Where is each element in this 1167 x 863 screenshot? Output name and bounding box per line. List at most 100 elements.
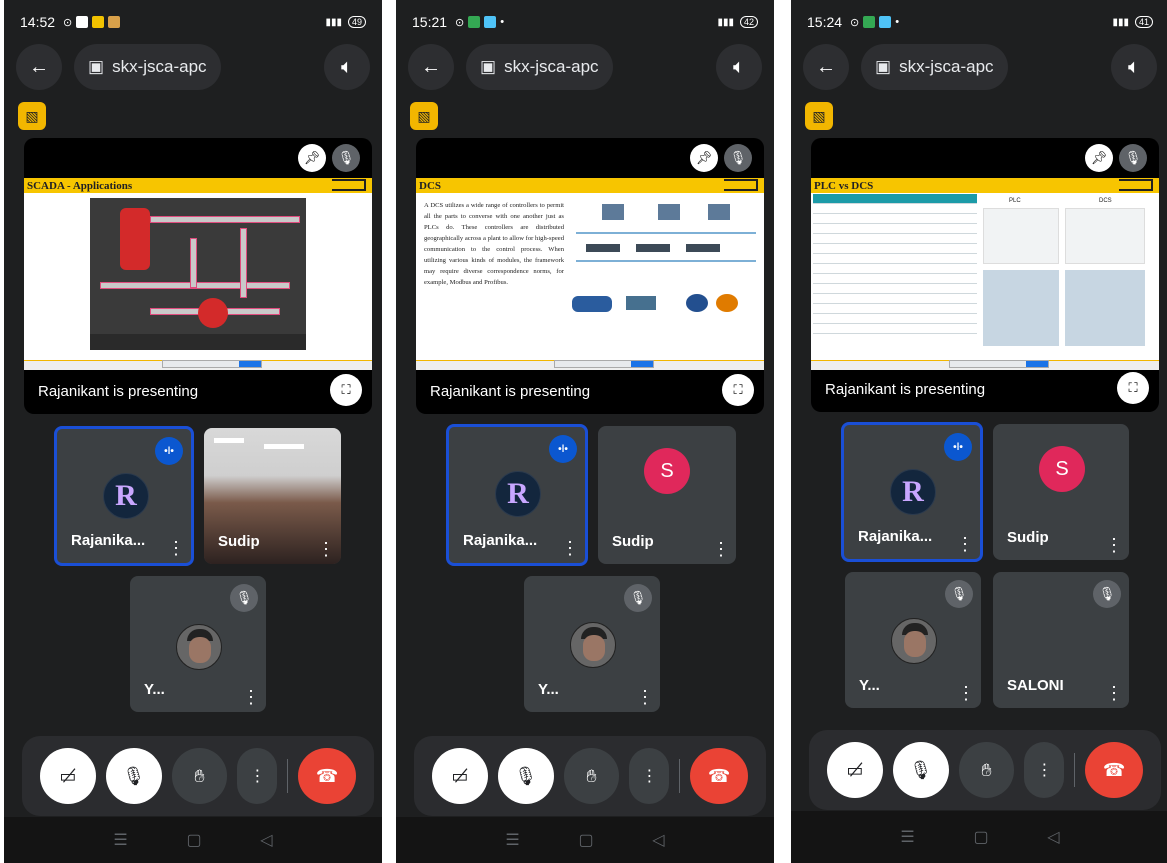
pin-icon[interactable]: 📌︎ (690, 144, 718, 172)
end-call-icon[interactable]: ☎︎ (1085, 742, 1144, 798)
fullscreen-icon[interactable]: ⛶ (330, 374, 362, 406)
end-call-icon[interactable]: ☎︎ (690, 748, 749, 804)
camera-off-icon[interactable]: ▧ (805, 102, 833, 130)
participant-name: Sudip (612, 533, 654, 550)
stop-sharing-bar (554, 360, 654, 368)
menu-nav-icon[interactable]: ☰ (505, 830, 519, 850)
hand-icon[interactable]: ✋︎ (563, 748, 620, 804)
participant-tile-saloni[interactable]: 🎙︎ SALONI ⋮ (993, 572, 1129, 708)
back-arrow-icon[interactable]: ← (16, 44, 62, 90)
back-arrow-icon[interactable]: ← (408, 44, 454, 90)
stop-sharing-bar (949, 360, 1049, 368)
status-bar: 14:52 ⊙ ▮▮▮ 49 (4, 0, 382, 44)
participant-tile-y[interactable]: 🎙︎ Y... ⋮ (524, 576, 660, 712)
mic-off-icon[interactable]: 🎙︎ (892, 742, 949, 798)
menu-nav-icon[interactable]: ☰ (113, 830, 127, 850)
more-vert-icon[interactable]: ⋮ (242, 688, 260, 706)
phone-screen-1: 14:52 ⊙ ▮▮▮ 49 ← ▣ skx-jsca-apc 🔈︎ ▧ 📌︎ … (4, 0, 382, 863)
presentation-stage[interactable]: 📌︎ 🎙︎ PLC vs DCS PLC DCS Rajanikant is p… (811, 138, 1159, 412)
hand-icon[interactable]: ✋︎ (171, 748, 228, 804)
phone-screen-3: 15:24 ⊙ • ▮▮▮ 41 ← ▣ skx-jsca-apc 🔈︎ ▧ 📌… (791, 0, 1167, 863)
more-vert-icon[interactable]: ⋮ (1105, 536, 1123, 554)
presenting-label: Rajanikant is presenting (38, 383, 199, 400)
notification-icons: ⊙ • (850, 16, 900, 29)
camera-off-icon[interactable]: ▭̸ (40, 748, 96, 804)
status-time: 14:52 (20, 14, 56, 30)
more-vert-icon[interactable]: ⋮ (957, 684, 975, 702)
comparison-table (813, 194, 977, 354)
camera-off-icon[interactable]: ▧ (410, 102, 438, 130)
participant-tile-sudip[interactable]: S Sudip ⋮ (993, 424, 1129, 560)
signal-icon: ▮▮▮ (717, 16, 734, 28)
back-nav-icon[interactable]: ◁ (260, 830, 272, 850)
mic-off-icon: 🎙︎ (230, 584, 258, 612)
participant-tile-y[interactable]: 🎙︎ Y... ⋮ (845, 572, 981, 708)
meeting-code-pill[interactable]: ▣ skx-jsca-apc (74, 44, 221, 90)
status-bar: 15:21 ⊙ • ▮▮▮ 42 (396, 0, 774, 44)
home-nav-icon[interactable]: ▢ (186, 830, 201, 850)
avatar: R (495, 471, 541, 517)
hand-icon[interactable]: ✋︎ (958, 742, 1015, 798)
camera-off-icon[interactable]: ▭̸ (827, 742, 883, 798)
rit-logo (724, 179, 758, 191)
home-nav-icon[interactable]: ▢ (973, 827, 988, 847)
mic-off-icon[interactable]: 🎙︎ (497, 748, 554, 804)
shared-slide: SCADA - Applications (24, 178, 372, 370)
cast-icon: ⊙ (63, 16, 73, 29)
slide-title: DCS (416, 178, 764, 193)
participant-tile-rajanikant[interactable]: •ǀ• R Rajanika... ⋮ (841, 422, 983, 562)
more-vert-icon[interactable]: ⋮ (629, 748, 670, 804)
status-right: ▮▮▮ 42 (717, 16, 758, 28)
pin-icon[interactable]: 📌︎ (298, 144, 326, 172)
slide-title: SCADA - Applications (24, 178, 372, 193)
more-vert-icon[interactable]: ⋮ (712, 540, 730, 558)
speaker-icon[interactable]: 🔈︎ (1111, 44, 1157, 90)
back-nav-icon[interactable]: ◁ (1047, 827, 1059, 847)
end-call-icon[interactable]: ☎︎ (298, 748, 357, 804)
more-vert-icon[interactable]: ⋮ (167, 539, 185, 557)
status-right: ▮▮▮ 41 (1112, 16, 1153, 28)
system-nav-bar: ☰ ▢ ◁ (4, 817, 382, 863)
more-vert-icon[interactable]: ⋮ (317, 540, 335, 558)
call-controls: ▭̸ 🎙︎ ✋︎ ⋮ ☎︎ (22, 736, 374, 816)
top-bar: ← ▣ skx-jsca-apc 🔈︎ (803, 44, 1157, 90)
mic-off-icon[interactable]: 🎙︎ (105, 748, 162, 804)
back-nav-icon[interactable]: ◁ (652, 830, 664, 850)
participant-name: Y... (538, 681, 559, 698)
participant-tile-rajanikant[interactable]: •ǀ• R Rajanika... ⋮ (54, 426, 194, 566)
presentation-stage[interactable]: 📌︎ 🎙︎ SCADA - Applications Rajanikant is… (24, 138, 372, 414)
participant-tile-y[interactable]: 🎙︎ Y... ⋮ (130, 576, 266, 712)
speaker-icon[interactable]: 🔈︎ (716, 44, 762, 90)
more-vert-icon[interactable]: ⋮ (1105, 684, 1123, 702)
phone-screen-2: 15:21 ⊙ • ▮▮▮ 42 ← ▣ skx-jsca-apc 🔈︎ ▧ 📌… (396, 0, 774, 863)
cast-icon: ⊙ (850, 16, 860, 29)
more-vert-icon[interactable]: ⋮ (636, 688, 654, 706)
mic-off-icon: 🎙︎ (1119, 144, 1147, 172)
more-vert-icon[interactable]: ⋮ (561, 539, 579, 557)
participant-name: Rajanika... (858, 528, 933, 545)
participant-name: SALONI (1007, 677, 1064, 694)
mic-off-icon: 🎙︎ (332, 144, 360, 172)
camera-off-icon[interactable]: ▭̸ (432, 748, 488, 804)
participant-tile-sudip[interactable]: Sudip ⋮ (204, 428, 341, 564)
meeting-code-pill[interactable]: ▣ skx-jsca-apc (861, 44, 1008, 90)
more-vert-icon[interactable]: ⋮ (956, 535, 974, 553)
home-nav-icon[interactable]: ▢ (578, 830, 593, 850)
fullscreen-icon[interactable]: ⛶ (722, 374, 754, 406)
fullscreen-icon[interactable]: ⛶ (1117, 372, 1149, 404)
rit-logo (332, 179, 366, 191)
presentation-stage[interactable]: 📌︎ 🎙︎ DCS A DCS utilizes a wide range of… (416, 138, 764, 414)
speaker-icon[interactable]: 🔈︎ (324, 44, 370, 90)
meeting-code-pill[interactable]: ▣ skx-jsca-apc (466, 44, 613, 90)
menu-nav-icon[interactable]: ☰ (900, 827, 914, 847)
participant-tile-rajanikant[interactable]: •ǀ• R Rajanika... ⋮ (446, 424, 588, 566)
more-vert-icon[interactable]: ⋮ (1024, 742, 1065, 798)
pin-icon[interactable]: 📌︎ (1085, 144, 1113, 172)
participant-tile-sudip[interactable]: S Sudip ⋮ (598, 426, 736, 564)
participant-name: Rajanika... (71, 532, 146, 549)
slide-title: PLC vs DCS (811, 178, 1159, 193)
participant-name: Rajanika... (463, 532, 538, 549)
more-vert-icon[interactable]: ⋮ (237, 748, 278, 804)
back-arrow-icon[interactable]: ← (803, 44, 849, 90)
camera-off-icon[interactable]: ▧ (18, 102, 46, 130)
